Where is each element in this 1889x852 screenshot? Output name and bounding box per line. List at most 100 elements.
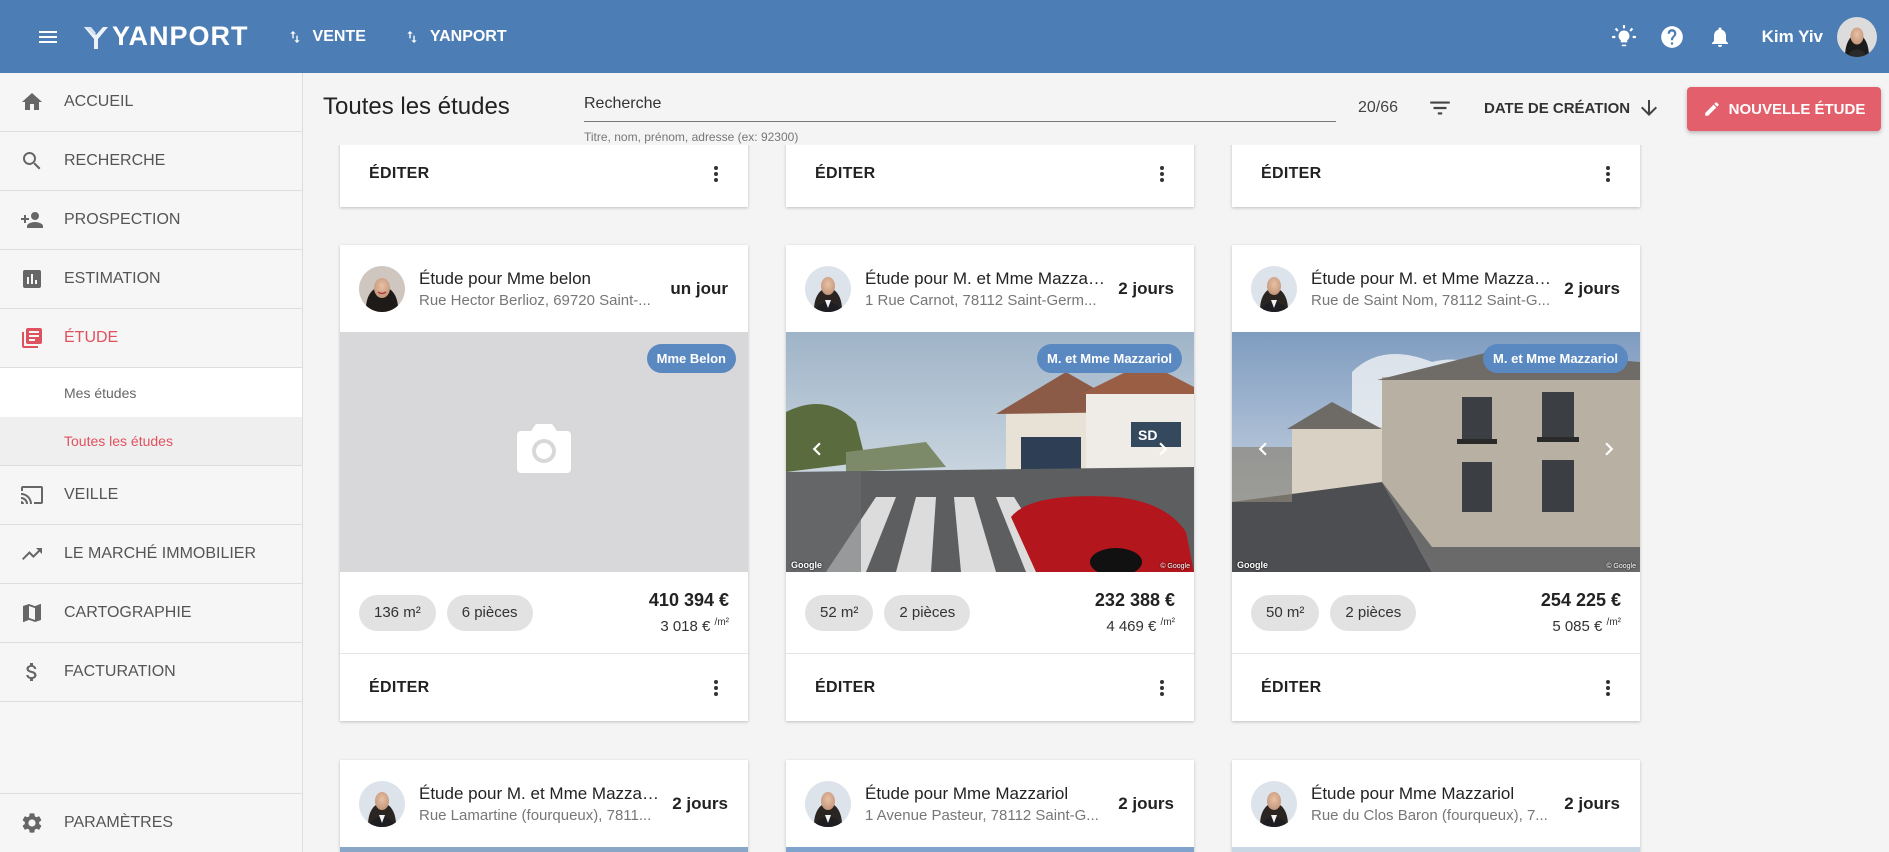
sidebar-subitem-label: Toutes les études: [64, 433, 173, 449]
more-vert-icon[interactable]: [1150, 162, 1174, 186]
more-vert-icon[interactable]: [704, 676, 728, 700]
notifications-icon[interactable]: [1698, 15, 1742, 59]
more-vert-icon[interactable]: [704, 162, 728, 186]
sidebar-item-recherche[interactable]: RECHERCHE: [0, 132, 302, 191]
sidebar-item-label: ESTIMATION: [64, 270, 161, 287]
google-watermark: Google: [791, 560, 822, 570]
chevron-left-icon[interactable]: [804, 436, 830, 467]
switch-vente[interactable]: VENTE: [287, 28, 366, 46]
study-card[interactable]: Étude pour M. et Mme Mazzari... Rue de S…: [1232, 245, 1640, 721]
sidebar-item-accueil[interactable]: ACCUEIL: [0, 73, 302, 132]
result-count: 20/66: [1358, 99, 1399, 116]
property-street-view-photo[interactable]: SD M. et Mme Mazzariol Google © Google: [786, 332, 1194, 572]
card-actions: ÉDITER: [1232, 654, 1640, 721]
google-watermark: Google: [1237, 560, 1268, 570]
list-header: Toutes les études Titre, nom, prénom, ad…: [303, 73, 1889, 145]
rooms-chip: 2 pièces: [1330, 594, 1417, 631]
rooms-chip: 6 pièces: [446, 594, 533, 631]
chevron-right-icon[interactable]: [1596, 436, 1622, 467]
edit-button[interactable]: ÉDITER: [1261, 679, 1321, 697]
new-study-button[interactable]: NOUVELLE ÉTUDE: [1687, 87, 1881, 131]
search-input[interactable]: [584, 91, 1336, 122]
sidebar-subitem-mes-etudes[interactable]: Mes études: [0, 368, 302, 417]
card-header: Étude pour Mme Mazzariol 1 Avenue Pasteu…: [786, 760, 1194, 847]
sidebar-item-label: VEILLE: [64, 486, 119, 503]
study-title: Étude pour M. et Mme Mazzari...: [419, 783, 661, 803]
logo-mark-icon: [84, 26, 108, 49]
study-card: ÉDITER: [340, 140, 748, 207]
sidebar-item-parametres[interactable]: PARAMÈTRES: [0, 793, 302, 852]
more-vert-icon[interactable]: [1596, 676, 1620, 700]
price-per-m2: 4 469 €: [1106, 618, 1157, 635]
study-address: Rue de Saint Nom, 78112 Saint-G...: [1311, 291, 1551, 309]
study-card[interactable]: Étude pour M. et Mme Mazzari... Rue Lama…: [340, 760, 748, 852]
card-header: Étude pour Mme Mazzariol Rue du Clos Bar…: [1232, 760, 1640, 847]
study-card[interactable]: Étude pour Mme belon Rue Hector Berlioz,…: [340, 245, 748, 721]
study-age: 2 jours: [672, 793, 728, 813]
app-logo[interactable]: YANPORT: [82, 21, 249, 52]
edit-button[interactable]: ÉDITER: [369, 165, 429, 183]
filter-icon[interactable]: [1427, 95, 1453, 126]
sidebar-item-label: ÉTUDE: [64, 329, 119, 346]
page-title: Toutes les études: [323, 93, 510, 120]
sort-direction-icon[interactable]: [1637, 96, 1661, 125]
sidebar-item-label: PARAMÈTRES: [64, 814, 174, 831]
edit-button[interactable]: ÉDITER: [1261, 165, 1321, 183]
agent-avatar: [359, 265, 405, 312]
sidebar-item-veille[interactable]: VEILLE: [0, 466, 302, 525]
switch-yanport[interactable]: YANPORT: [404, 28, 507, 46]
top-app-bar: YANPORT VENTE YANPORT Kim Yiv: [0, 0, 1889, 73]
sidebar-item-marche-immobilier[interactable]: LE MARCHÉ IMMOBILIER: [0, 525, 302, 584]
card-actions: ÉDITER: [1232, 140, 1640, 207]
sidebar-item-estimation[interactable]: ESTIMATION: [0, 250, 302, 309]
menu-icon[interactable]: [24, 13, 72, 61]
user-name[interactable]: Kim Yiv: [1762, 27, 1823, 47]
property-photo-strip: [340, 847, 748, 852]
card-header: Étude pour Mme belon Rue Hector Berlioz,…: [340, 245, 748, 332]
sidebar-item-cartographie[interactable]: CARTOGRAPHIE: [0, 584, 302, 643]
study-age: 2 jours: [1564, 793, 1620, 813]
help-icon[interactable]: [1650, 15, 1694, 59]
sidebar-item-etude[interactable]: ÉTUDE: [0, 309, 302, 368]
study-card[interactable]: Étude pour M. et Mme Mazzari... 1 Rue Ca…: [786, 245, 1194, 721]
home-icon: [0, 90, 64, 114]
property-info: 50 m² 2 pièces 254 225 € 5 085 € /m²: [1232, 572, 1640, 654]
edit-button[interactable]: ÉDITER: [369, 679, 429, 697]
card-actions: ÉDITER: [786, 654, 1194, 721]
study-title: Étude pour M. et Mme Mazzari...: [1311, 268, 1553, 288]
more-vert-icon[interactable]: [1150, 676, 1174, 700]
study-title: Étude pour M. et Mme Mazzari...: [865, 268, 1107, 288]
chevron-left-icon[interactable]: [1250, 436, 1276, 467]
search-field: Titre, nom, prénom, adresse (ex: 92300): [584, 91, 1336, 144]
study-card: ÉDITER: [786, 140, 1194, 207]
swap-vertical-icon: [289, 30, 300, 43]
price-per-m2: 3 018 €: [660, 618, 711, 635]
card-actions: ÉDITER: [340, 654, 748, 721]
swap-vertical-icon: [407, 30, 417, 43]
sidebar-item-facturation[interactable]: FACTURATION: [0, 643, 302, 702]
lightbulb-icon[interactable]: [1602, 15, 1646, 59]
more-vert-icon[interactable]: [1596, 162, 1620, 186]
edit-button[interactable]: ÉDITER: [815, 679, 875, 697]
agent-avatar: [1251, 265, 1297, 312]
google-copyright: © Google: [1606, 563, 1636, 570]
switch-vente-label: VENTE: [312, 27, 366, 45]
sort-by-button[interactable]: DATE DE CRÉATION: [1484, 100, 1630, 117]
sidebar-subitem-toutes-les-etudes[interactable]: Toutes les études: [0, 417, 302, 466]
study-address: Rue du Clos Baron (fourqueux), 7...: [1311, 806, 1548, 824]
property-street-view-photo[interactable]: M. et Mme Mazzariol Google © Google: [1232, 332, 1640, 572]
agent-avatar: [805, 265, 851, 312]
chevron-right-icon[interactable]: [1150, 436, 1176, 467]
study-card[interactable]: Étude pour Mme Mazzariol 1 Avenue Pasteu…: [786, 760, 1194, 852]
study-card[interactable]: Étude pour Mme Mazzariol Rue du Clos Bar…: [1232, 760, 1640, 852]
owner-badge: M. et Mme Mazzariol: [1037, 344, 1182, 373]
property-photo-placeholder[interactable]: Mme Belon: [340, 332, 748, 572]
user-avatar[interactable]: [1837, 16, 1877, 57]
edit-button[interactable]: ÉDITER: [815, 165, 875, 183]
property-photo-strip: [1232, 847, 1640, 852]
estimated-price: 254 225 €: [1540, 590, 1621, 610]
owner-badge: M. et Mme Mazzariol: [1483, 344, 1628, 373]
card-actions: ÉDITER: [786, 140, 1194, 207]
sidebar-item-prospection[interactable]: PROSPECTION: [0, 191, 302, 250]
agent-avatar: [805, 780, 851, 827]
